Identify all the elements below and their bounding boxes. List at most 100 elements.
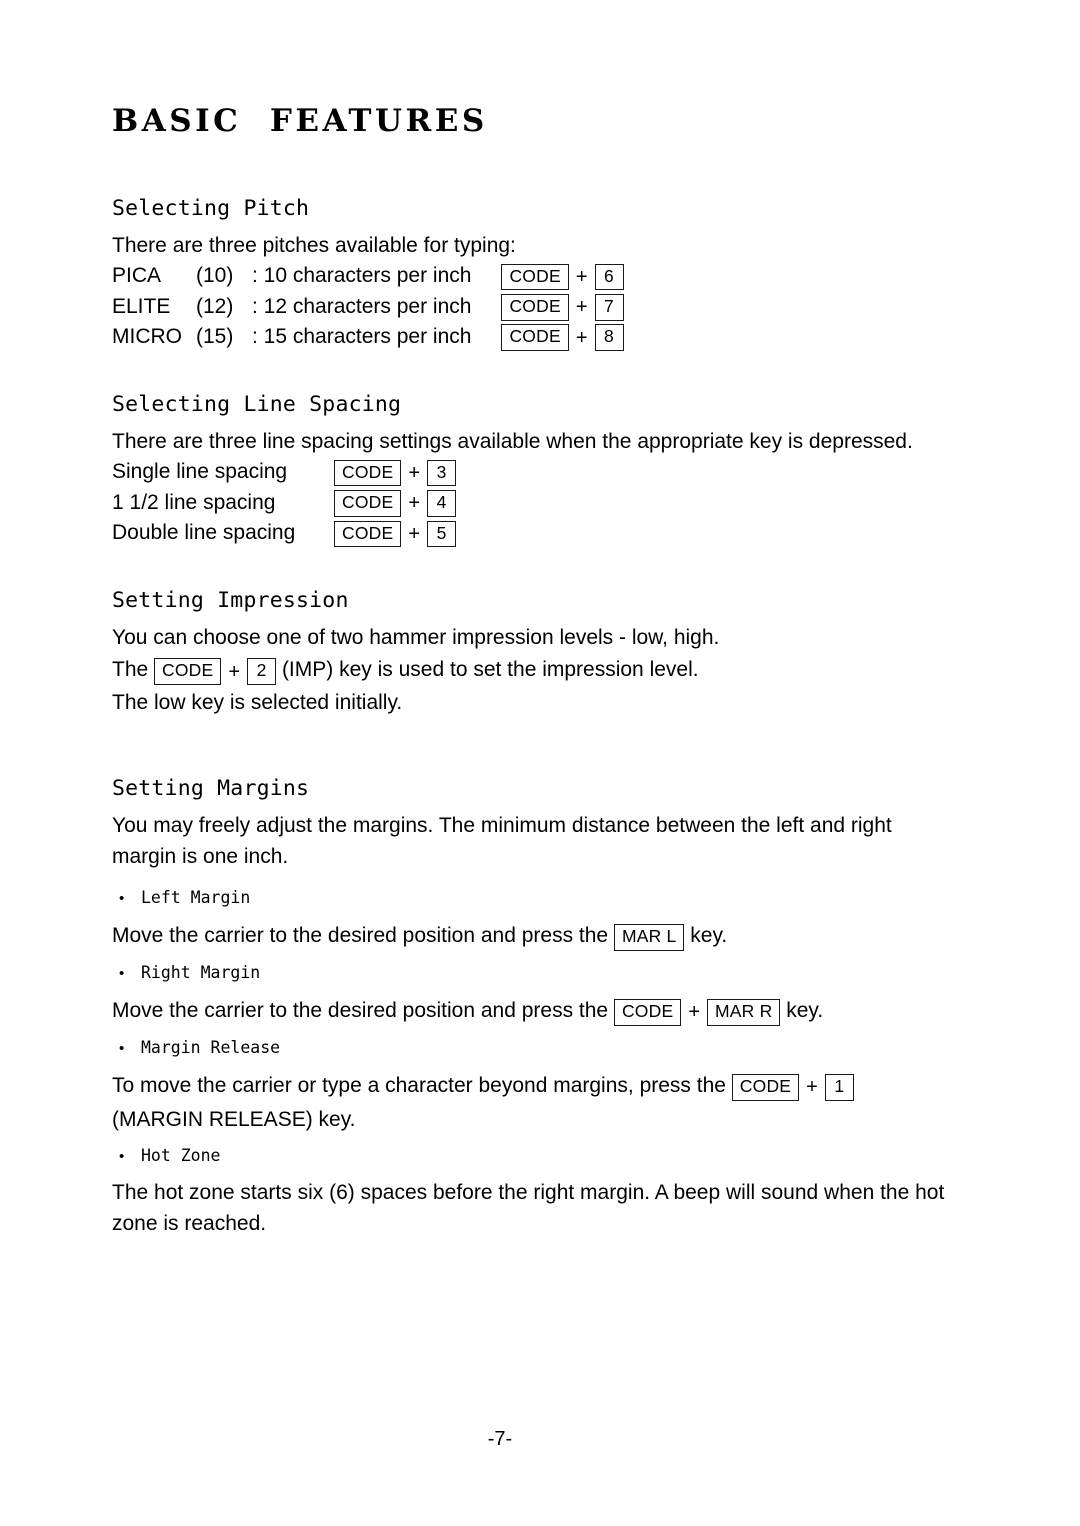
keycap-number[interactable]: 3	[427, 459, 457, 487]
plus-symbol: +	[575, 296, 588, 319]
pitch-name: PICA	[112, 264, 162, 288]
keycap-code[interactable]: CODE	[613, 999, 682, 1026]
keycombo: CODE +7	[501, 292, 624, 322]
table-row: 1 1/2 line spacing CODE +4	[112, 488, 457, 518]
pitch-description: : 15 characters per inch	[252, 325, 472, 349]
bullet-icon: •	[119, 1147, 125, 1165]
plus-symbol: +	[806, 1076, 818, 1099]
margin-item-label: Left Margin	[141, 887, 251, 907]
margins-intro-text: You may freely adjust the margins. The m…	[112, 813, 892, 868]
table-row: ELITE (12) : 12 characters per inch CODE…	[112, 291, 624, 321]
plus-symbol: +	[575, 265, 588, 288]
right-margin-instruction: Move the carrier to the desired position…	[112, 994, 948, 1028]
spacing-key-combo: CODE +4	[334, 488, 457, 518]
page-title: BASIC FEATURES	[112, 103, 488, 139]
pitch-key-combo: CODE +6	[501, 261, 624, 291]
keycap-number[interactable]: 6	[594, 263, 624, 291]
keycap-mar-l[interactable]: MAR L	[613, 924, 685, 951]
spacing-label: Double line spacing	[112, 521, 296, 545]
list-item: • Left Margin	[112, 886, 948, 911]
list-item: • Hot Zone	[112, 1144, 948, 1169]
keycap-code[interactable]: CODE	[501, 324, 569, 351]
keycap-code[interactable]: CODE	[334, 459, 402, 487]
plus-symbol: +	[575, 326, 588, 349]
keycap-number[interactable]: 5	[427, 520, 457, 548]
impression-text-post: (IMP) key is used to set the impression …	[281, 658, 699, 682]
keycap-number[interactable]: 1	[824, 1074, 854, 1101]
spacing-key-combo: CODE +3	[334, 457, 457, 488]
left-margin-instruction: Move the carrier to the desired position…	[112, 919, 948, 953]
instruction-text-post: key.	[786, 998, 824, 1022]
pitch-key-combo: CODE +8	[501, 322, 624, 352]
spacing-key-combo: CODE +5	[334, 518, 457, 548]
instruction-text-pre: Move the carrier to the desired position…	[112, 998, 609, 1022]
instruction-text-post: (MARGIN RELEASE) key.	[112, 1107, 356, 1131]
keycombo: CODE +6	[501, 261, 624, 291]
bullet-icon: •	[119, 1039, 125, 1057]
keycap-code[interactable]: CODE	[501, 263, 569, 291]
keycap-code[interactable]: CODE	[154, 658, 222, 685]
section-heading-selecting-pitch: Selecting Pitch	[112, 196, 310, 222]
instruction-text-pre: Move the carrier to the desired position…	[112, 923, 609, 947]
keycap-number[interactable]: 8	[594, 324, 624, 351]
keycombo: CODE +5	[334, 518, 457, 548]
plus-symbol: +	[688, 1001, 701, 1024]
section-heading-setting-margins: Setting Margins	[112, 776, 310, 802]
keycap-code[interactable]: CODE	[334, 490, 402, 517]
margin-item-label: Hot Zone	[141, 1145, 221, 1165]
plus-symbol: +	[228, 660, 241, 683]
spacing-label: 1 1/2 line spacing	[112, 490, 276, 514]
pitch-value: (15)	[196, 325, 234, 349]
impression-line-1: You can choose one of two hammer impress…	[112, 626, 720, 650]
keycap-number[interactable]: 2	[247, 658, 277, 685]
pitch-description: : 12 characters per inch	[252, 294, 472, 318]
list-item: • Margin Release	[112, 1036, 948, 1061]
keycap-mar-r[interactable]: MAR R	[707, 999, 781, 1026]
pitch-value: (10)	[196, 264, 234, 288]
hot-zone-instruction: The hot zone starts six (6) spaces befor…	[112, 1180, 945, 1235]
keycap-number[interactable]: 7	[594, 294, 624, 321]
pitch-description: : 10 characters per inch	[252, 264, 472, 288]
pitch-value: (12)	[196, 294, 234, 318]
page-content: BASIC FEATURES Selecting Pitch There are…	[112, 104, 948, 1239]
keycap-code[interactable]: CODE	[334, 520, 402, 548]
spacing-label: Single line spacing	[112, 460, 288, 484]
document-page: BASIC FEATURES Selecting Pitch There are…	[0, 0, 1080, 1526]
keycombo: CODE +2	[154, 654, 277, 687]
pitch-intro-text: There are three pitches available for ty…	[112, 233, 516, 257]
impression-text-pre: The	[112, 658, 149, 682]
keycombo: CODE + MAR R	[613, 995, 781, 1028]
line-spacing-table: Single line spacing CODE +3 1 1/2 line sp…	[112, 457, 457, 548]
plus-symbol: +	[408, 492, 421, 515]
keycombo: CODE +1	[731, 1070, 854, 1103]
keycombo: CODE +4	[334, 488, 457, 518]
keycombo: CODE +3	[334, 458, 457, 488]
margin-release-instruction: To move the carrier or type a character …	[112, 1069, 948, 1136]
margin-item-label: Right Margin	[141, 962, 261, 982]
keycap-code[interactable]: CODE	[501, 294, 569, 321]
table-row: MICRO (15) : 15 characters per inch CODE…	[112, 322, 624, 352]
keycombo: MAR L	[613, 920, 685, 953]
keycombo: CODE +8	[501, 322, 624, 352]
instruction-text-pre: To move the carrier or type a character …	[112, 1073, 726, 1097]
section-heading-setting-impression: Setting Impression	[112, 588, 349, 614]
plus-symbol: +	[408, 522, 421, 545]
keycap-number[interactable]: 4	[427, 490, 457, 517]
keycap-code[interactable]: CODE	[731, 1074, 800, 1101]
table-row: PICA (10) : 10 characters per inch CODE +…	[112, 261, 624, 291]
pitch-name: ELITE	[112, 294, 171, 318]
